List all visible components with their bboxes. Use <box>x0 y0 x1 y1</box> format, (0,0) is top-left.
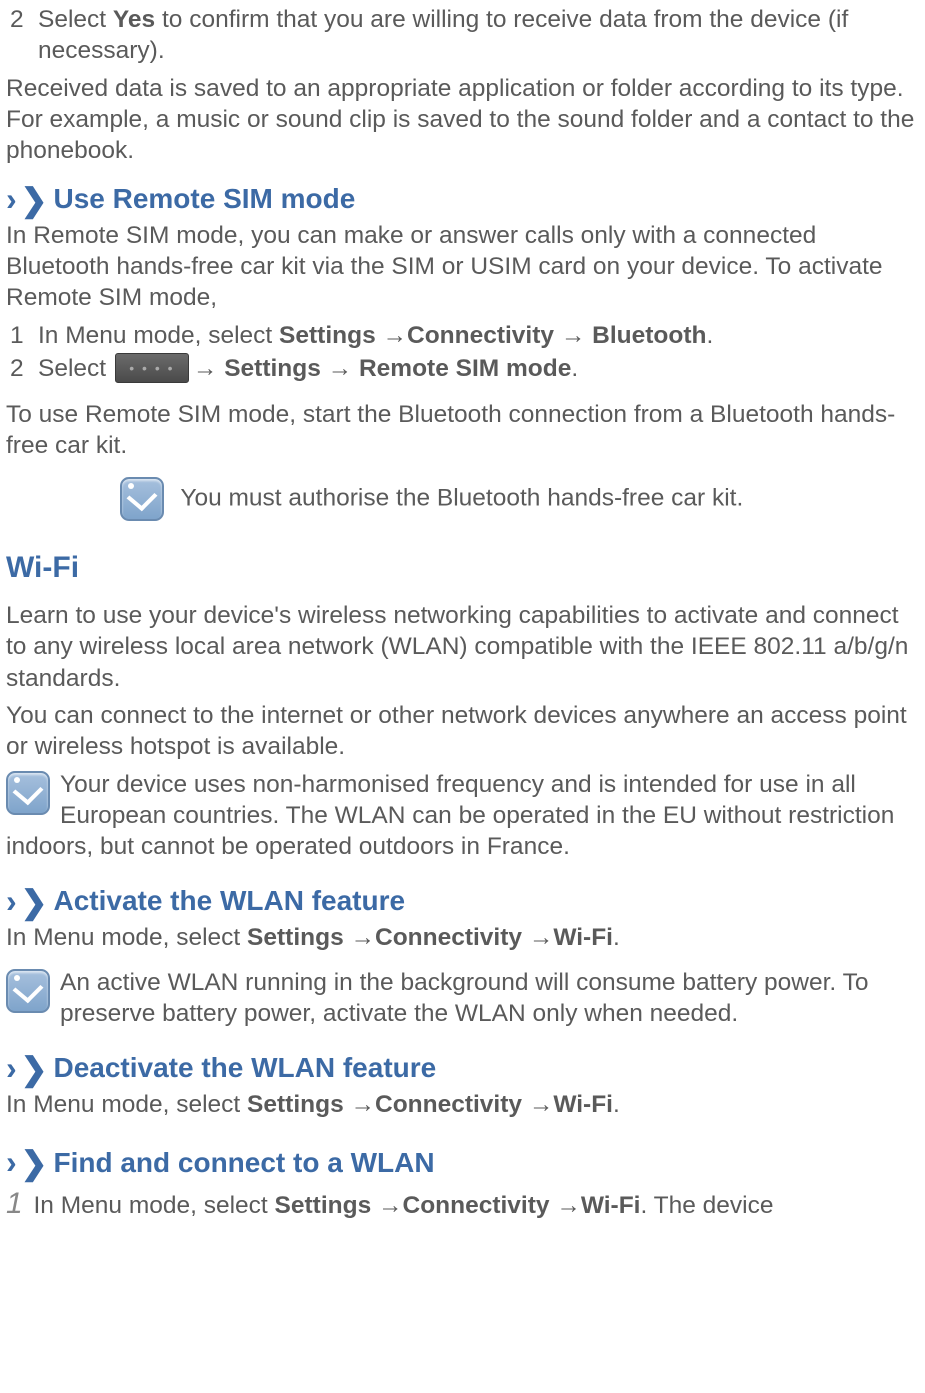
paragraph-received: Received data is saved to an appropriate… <box>6 73 921 167</box>
heading-deactivate: ›❯Deactivate the WLAN feature <box>6 1048 921 1089</box>
note-text: You must authorise the Bluetooth hands-f… <box>180 485 743 512</box>
find-step-1: 1 In Menu mode, select Settings →Connect… <box>6 1185 921 1223</box>
heading-text: Deactivate the WLAN feature <box>53 1050 436 1086</box>
step-text: In Menu mode, select Settings →Connectiv… <box>38 320 921 351</box>
text: In Menu mode, select <box>27 1192 275 1219</box>
path: Settings →Connectivity →Wi-Fi <box>247 1091 613 1118</box>
step-number: 2 <box>10 4 38 35</box>
text: In Menu mode, select <box>6 1091 247 1118</box>
note-authorise: You must authorise the Bluetooth hands-f… <box>6 477 921 521</box>
step-number: 2 <box>10 353 38 384</box>
bold-yes: Yes <box>113 6 155 33</box>
text: Select <box>38 6 113 33</box>
heading-find-connect: ›❯Find and connect to a WLAN <box>6 1142 921 1183</box>
path: Settings →Connectivity →Wi-Fi <box>275 1192 641 1219</box>
text: In Menu mode, select <box>6 924 247 951</box>
step-text: Select → Settings → Remote SIM mode. <box>38 353 921 385</box>
text: . <box>571 355 578 382</box>
text: . <box>706 322 713 349</box>
heading-activate: ›❯Activate the WLAN feature <box>6 881 921 922</box>
note-icon <box>6 969 50 1013</box>
text: . The device <box>640 1192 773 1219</box>
paragraph-activate: In Menu mode, select Settings →Connectiv… <box>6 922 921 953</box>
note-battery: An active WLAN running in the background… <box>6 967 921 1030</box>
text: . <box>613 1091 620 1118</box>
note-icon <box>6 771 50 815</box>
chevron-icon: ›❯ <box>6 1048 47 1089</box>
step-number-italic: 1 <box>6 1187 23 1220</box>
note-text: An active WLAN running in the background… <box>60 969 868 1027</box>
paragraph-wifi-1: Learn to use your device's wireless netw… <box>6 600 921 694</box>
note-frequency: Your device uses non-harmonised frequenc… <box>6 769 921 863</box>
chevron-icon: ›❯ <box>6 179 47 220</box>
paragraph-wifi-2: You can connect to the internet or other… <box>6 700 921 763</box>
paragraph-remote-use: To use Remote SIM mode, start the Blueto… <box>6 399 921 462</box>
heading-text: Find and connect to a WLAN <box>53 1145 434 1181</box>
heading-wifi: Wi-Fi <box>6 549 921 587</box>
paragraph-remote: In Remote SIM mode, you can make or answ… <box>6 220 921 314</box>
text: to confirm that you are willing to recei… <box>38 6 848 64</box>
heading-text: Use Remote SIM mode <box>53 181 355 217</box>
step-text: Select Yes to confirm that you are willi… <box>38 4 921 67</box>
heading-text: Activate the WLAN feature <box>53 883 405 919</box>
path: Settings →Connectivity → Bluetooth <box>279 322 706 349</box>
chevron-icon: ›❯ <box>6 881 47 922</box>
path: Settings →Connectivity →Wi-Fi <box>247 924 613 951</box>
text: Select <box>38 355 113 382</box>
note-icon <box>120 477 164 521</box>
menu-button-icon <box>115 353 189 383</box>
paragraph-deactivate: In Menu mode, select Settings →Connectiv… <box>6 1089 921 1120</box>
note-text: Your device uses non-harmonised frequenc… <box>6 771 894 861</box>
path: → Settings → Remote SIM mode <box>193 355 571 382</box>
step-number: 1 <box>10 320 38 351</box>
remote-step-2: 2 Select → Settings → Remote SIM mode. <box>6 353 921 385</box>
text: . <box>613 924 620 951</box>
chevron-icon: ›❯ <box>6 1142 47 1183</box>
text: In Menu mode, select <box>38 322 279 349</box>
step-2: 2 Select Yes to confirm that you are wil… <box>6 4 921 67</box>
remote-step-1: 1 In Menu mode, select Settings →Connect… <box>6 320 921 351</box>
heading-remote-sim: ›❯Use Remote SIM mode <box>6 179 921 220</box>
